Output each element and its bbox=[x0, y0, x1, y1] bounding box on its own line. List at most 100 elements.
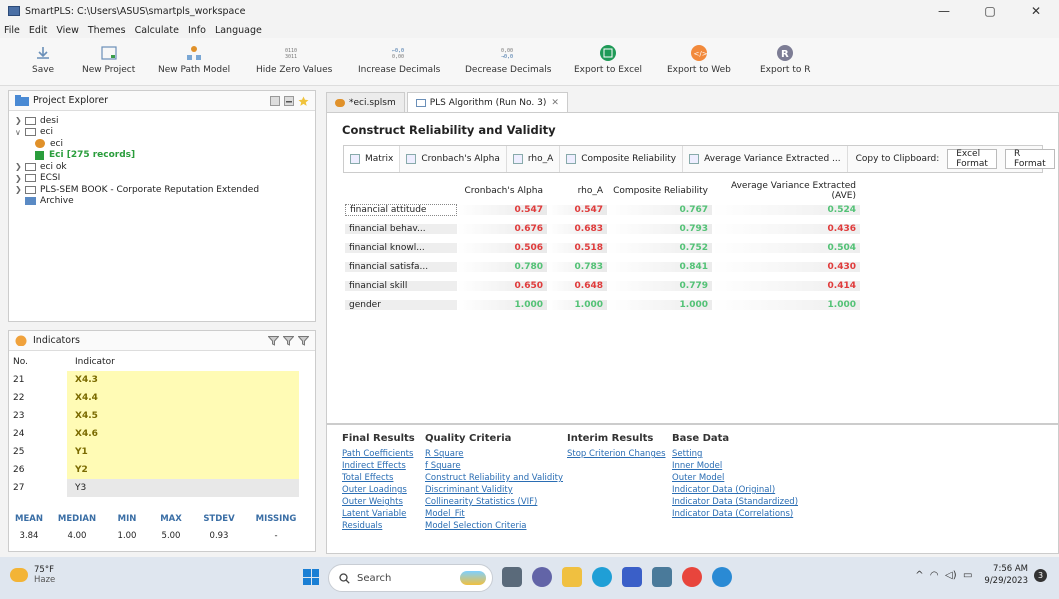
table-row[interactable]: financial satisfa... 0.780 0.783 0.841 0.430 bbox=[345, 257, 865, 276]
result-link[interactable]: Residuals bbox=[342, 521, 415, 533]
result-link[interactable]: Path Coefficients bbox=[342, 449, 415, 461]
tree-item-archive[interactable]: Archive bbox=[15, 196, 315, 208]
menu-calculate[interactable]: Calculate bbox=[135, 25, 179, 36]
tab-close-icon[interactable]: ✕ bbox=[551, 98, 559, 108]
notification-badge[interactable]: 3 bbox=[1034, 568, 1047, 582]
result-link[interactable]: Discriminant Validity bbox=[425, 485, 563, 497]
table-row[interactable]: 25 Y1 bbox=[9, 443, 315, 461]
increase-decimals-icon: ←0,0 0,00 bbox=[388, 44, 410, 62]
taskbar: 75°F Haze Search ^ ◠ ◁) ▭ 7:56 AM 9/29/2… bbox=[0, 557, 1059, 599]
filter-icon[interactable] bbox=[283, 335, 294, 346]
tab-rho-a[interactable]: rho_A bbox=[507, 146, 561, 172]
minimize-button[interactable]: — bbox=[921, 0, 967, 22]
export-excel-button[interactable]: Export to Excel bbox=[574, 44, 642, 75]
maximize-button[interactable]: ▢ bbox=[967, 0, 1013, 22]
tab-cronbachs-alpha[interactable]: Cronbach's Alpha bbox=[400, 146, 507, 172]
indicators-table: No. Indicator 21 X4.3 22 X4.4 23 X4.5 24 X4.… bbox=[9, 353, 315, 497]
new-project-button[interactable]: New Project bbox=[82, 44, 135, 75]
tree-item-eci-model[interactable]: eci bbox=[15, 138, 315, 150]
r-format-button[interactable]: R Format bbox=[1004, 149, 1055, 169]
result-link[interactable]: Outer Model bbox=[672, 473, 798, 485]
decrease-decimals-button[interactable]: 0,00 →0,0 Decrease Decimals bbox=[465, 44, 551, 75]
menu-info[interactable]: Info bbox=[188, 25, 206, 36]
result-link[interactable]: Model Selection Criteria bbox=[425, 521, 563, 533]
minimize-panel-icon[interactable] bbox=[284, 95, 294, 106]
weather-widget[interactable]: 75°F Haze bbox=[10, 565, 55, 585]
windows-start-icon[interactable] bbox=[303, 569, 319, 585]
clock[interactable]: 7:56 AM 9/29/2023 bbox=[984, 563, 1028, 587]
table-row[interactable]: 24 X4.6 bbox=[9, 425, 315, 443]
indicators-icon bbox=[15, 335, 27, 346]
increase-decimals-button[interactable]: ←0,0 0,00 Increase Decimals bbox=[358, 44, 440, 75]
task-view-icon[interactable] bbox=[502, 567, 522, 587]
result-link[interactable]: Total Effects bbox=[342, 473, 415, 485]
menu-language[interactable]: Language bbox=[215, 25, 262, 36]
result-link[interactable]: Indicator Data (Correlations) bbox=[672, 509, 798, 521]
folder-icon bbox=[15, 95, 29, 106]
collapse-all-icon[interactable] bbox=[270, 95, 280, 106]
quality-criteria-section: Quality Criteria R Square f Square Constru… bbox=[425, 433, 563, 533]
smartpls-taskbar-icon[interactable] bbox=[622, 567, 642, 587]
save-button[interactable]: Save bbox=[32, 44, 54, 75]
table-row[interactable]: 21 X4.3 bbox=[9, 371, 315, 389]
result-link[interactable]: Latent Variable bbox=[342, 509, 415, 521]
menu-file[interactable]: File bbox=[4, 25, 20, 36]
tab-matrix[interactable]: Matrix bbox=[344, 146, 401, 172]
settings-gear-icon[interactable] bbox=[712, 567, 732, 587]
result-link[interactable]: Collinearity Statistics (VIF) bbox=[425, 497, 563, 509]
result-link[interactable]: Outer Loadings bbox=[342, 485, 415, 497]
result-link[interactable]: Indirect Effects bbox=[342, 461, 415, 473]
table-row[interactable]: gender 1.000 1.000 1.000 1.000 bbox=[345, 295, 865, 314]
table-row[interactable]: financial behav... 0.676 0.683 0.793 0.436 bbox=[345, 219, 865, 238]
table-row[interactable]: 22 X4.4 bbox=[9, 389, 315, 407]
result-link[interactable]: Indicator Data (Standardized) bbox=[672, 497, 798, 509]
file-explorer-icon[interactable] bbox=[562, 567, 582, 587]
star-icon[interactable] bbox=[298, 96, 309, 106]
new-path-model-button[interactable]: New Path Model bbox=[158, 44, 230, 75]
filter-icon[interactable] bbox=[298, 335, 309, 346]
result-link[interactable]: R Square bbox=[425, 449, 563, 461]
menu-themes[interactable]: Themes bbox=[88, 25, 126, 36]
result-link[interactable]: Model_Fit bbox=[425, 509, 563, 521]
table-row[interactable]: 23 X4.5 bbox=[9, 407, 315, 425]
hide-zero-values-button[interactable]: 0110 3011 Hide Zero Values bbox=[256, 44, 332, 75]
system-tray: ^ ◠ ◁) ▭ 7:56 AM 9/29/2023 3 bbox=[915, 563, 1047, 587]
tab-ave[interactable]: Average Variance Extracted ... bbox=[683, 146, 848, 172]
result-link[interactable]: Inner Model bbox=[672, 461, 798, 473]
result-link[interactable]: Outer Weights bbox=[342, 497, 415, 509]
export-web-button[interactable]: </> Export to Web bbox=[667, 44, 731, 75]
close-button[interactable]: ✕ bbox=[1013, 0, 1059, 22]
edge-browser-icon[interactable] bbox=[592, 567, 612, 587]
table-row[interactable]: 27 Y3 bbox=[9, 479, 315, 497]
chrome-browser-icon[interactable] bbox=[682, 567, 702, 587]
result-link[interactable]: Setting bbox=[672, 449, 798, 461]
result-link[interactable]: f Square bbox=[425, 461, 563, 473]
tab-composite-reliability[interactable]: Composite Reliability bbox=[560, 146, 684, 172]
report-editor: Construct Reliability and Validity Matri… bbox=[326, 112, 1059, 424]
teams-chat-icon[interactable] bbox=[532, 567, 552, 587]
tree-item-pls-sem-book[interactable]: ❯ PLS-SEM BOOK - Corporate Reputation Ext… bbox=[15, 184, 315, 196]
tree-item-eci-data[interactable]: Eci [275 records] bbox=[15, 150, 315, 162]
filter-icon[interactable] bbox=[268, 335, 279, 346]
menu-view[interactable]: View bbox=[56, 25, 79, 36]
menu-edit[interactable]: Edit bbox=[29, 25, 47, 36]
tree-item-desi[interactable]: ❯ desi bbox=[15, 115, 315, 127]
export-r-button[interactable]: R Export to R bbox=[760, 44, 810, 75]
taskbar-search[interactable]: Search bbox=[328, 564, 493, 592]
table-row[interactable]: 26 Y2 bbox=[9, 461, 315, 479]
tab-eci-model[interactable]: *eci.splsm bbox=[326, 92, 405, 112]
result-link[interactable]: Stop Criterion Changes bbox=[567, 449, 666, 461]
tree-item-eci-ok[interactable]: ❯ eci ok bbox=[15, 161, 315, 173]
excel-format-button[interactable]: Excel Format bbox=[947, 149, 997, 169]
column-header-indicator: Indicator bbox=[75, 357, 115, 367]
tree-item-ecsi[interactable]: ❯ ECSI bbox=[15, 173, 315, 185]
table-row[interactable]: financial attitude 0.547 0.547 0.767 0.524 bbox=[345, 200, 865, 219]
result-link[interactable]: Indicator Data (Original) bbox=[672, 485, 798, 497]
tree-item-eci[interactable]: ∨ eci bbox=[15, 127, 315, 139]
table-row[interactable]: financial knowl... 0.506 0.518 0.752 0.504 bbox=[345, 238, 865, 257]
result-link[interactable]: Construct Reliability and Validity bbox=[425, 473, 563, 485]
tab-pls-algorithm[interactable]: PLS Algorithm (Run No. 3) ✕ bbox=[406, 92, 568, 112]
table-row[interactable]: financial skill 0.650 0.648 0.779 0.414 bbox=[345, 276, 865, 295]
tray-icons[interactable]: ^ ◠ ◁) ▭ bbox=[915, 570, 972, 581]
calculator-icon[interactable] bbox=[652, 567, 672, 587]
